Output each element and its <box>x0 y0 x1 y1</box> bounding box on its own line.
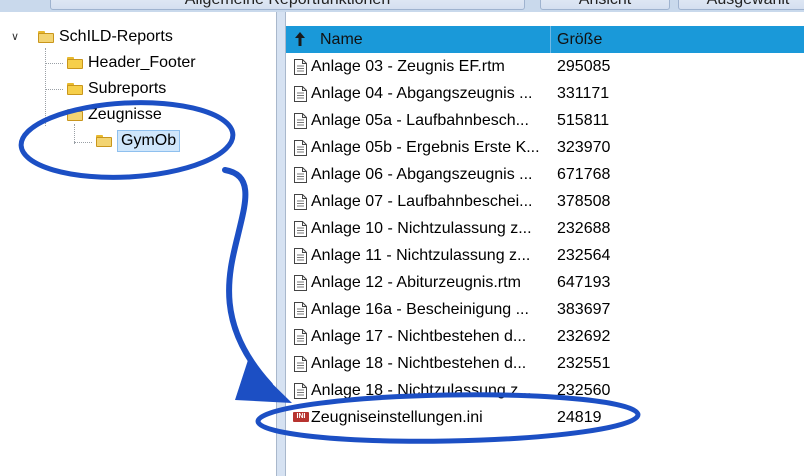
file-size: 671768 <box>557 166 611 183</box>
file-row[interactable]: Anlage 05b - Ergebnis Erste K... 323970 <box>286 134 804 161</box>
tab-allgemeine-reportfunktionen[interactable]: Allgemeine Reportfunktionen <box>50 0 525 10</box>
tree-connector <box>45 48 46 126</box>
document-icon <box>294 329 307 345</box>
tree-connector <box>74 142 92 143</box>
document-icon <box>294 140 307 156</box>
file-list-panel: Name Größe Anlage 03 - Zeugnis EF.rtm 295… <box>286 12 804 476</box>
file-name: Anlage 03 - Zeugnis EF.rtm <box>311 58 505 75</box>
file-name: Anlage 18 - Nichtzulassung z... <box>311 382 532 399</box>
file-name: Anlage 11 - Nichtzulassung z... <box>311 247 531 264</box>
file-size: 383697 <box>557 301 611 318</box>
column-header-name[interactable]: Name <box>286 26 551 53</box>
file-name: Anlage 05b - Ergebnis Erste K... <box>311 139 540 156</box>
folder-icon <box>67 57 83 69</box>
tab-ausgewaehlt[interactable]: Ausgewählt <box>678 0 804 10</box>
file-name: Zeugniseinstellungen.ini <box>311 409 483 426</box>
tree-node-schild-reports[interactable]: SchILD-Reports <box>38 26 173 48</box>
document-icon <box>294 86 307 102</box>
file-size: 232564 <box>557 247 611 264</box>
file-name: Anlage 04 - Abgangszeugnis ... <box>311 85 533 102</box>
tree-node-zeugnisse[interactable]: Zeugnisse <box>67 104 162 126</box>
tree-node-label: Zeugnisse <box>88 106 162 123</box>
file-name: Anlage 07 - Laufbahnbeschei... <box>311 193 533 210</box>
document-icon <box>294 167 307 183</box>
tree-node-label: Subreports <box>88 80 167 97</box>
tree-node-label: SchILD-Reports <box>59 28 173 45</box>
file-size: 232688 <box>557 220 611 237</box>
folder-open-icon <box>38 31 54 43</box>
file-row[interactable]: Anlage 10 - Nichtzulassung z... 232688 <box>286 215 804 242</box>
folder-open-icon <box>67 109 83 121</box>
document-icon <box>294 302 307 318</box>
file-name: Anlage 06 - Abgangszeugnis ... <box>311 166 533 183</box>
document-icon <box>294 275 307 291</box>
file-name: Anlage 05a - Laufbahnbesch... <box>311 112 529 129</box>
file-name: Anlage 10 - Nichtzulassung z... <box>311 220 532 237</box>
file-name: Anlage 16a - Bescheinigung ... <box>311 301 529 318</box>
document-icon <box>294 59 307 75</box>
document-icon <box>294 383 307 399</box>
document-icon <box>294 194 307 210</box>
document-icon <box>294 356 307 372</box>
file-name: Anlage 17 - Nichtbestehen d... <box>311 328 527 345</box>
file-size: 515811 <box>557 112 610 129</box>
file-size: 232560 <box>557 382 611 399</box>
file-row[interactable]: Anlage 04 - Abgangszeugnis ... 331171 <box>286 80 804 107</box>
document-icon <box>294 248 307 264</box>
file-row[interactable]: INI Zeugniseinstellungen.ini 24819 <box>286 404 804 431</box>
document-icon <box>294 221 307 237</box>
panel-splitter[interactable] <box>277 12 286 476</box>
tree-node-subreports[interactable]: Subreports <box>67 78 166 100</box>
folder-tree-panel: ∨ SchILD-Reports Header_Footer Subreport… <box>0 12 277 476</box>
file-size: 232692 <box>557 328 611 345</box>
file-row[interactable]: Anlage 16a - Bescheinigung ... 383697 <box>286 296 804 323</box>
tree-connector <box>74 124 75 144</box>
collapse-chevron-icon[interactable]: ∨ <box>11 30 19 43</box>
file-row[interactable]: Anlage 03 - Zeugnis EF.rtm 295085 <box>286 53 804 80</box>
tree-node-gymob[interactable]: GymOb <box>96 130 181 152</box>
file-size: 331171 <box>557 85 610 102</box>
column-header-size[interactable]: Größe <box>551 26 804 53</box>
file-size: 295085 <box>557 58 611 75</box>
file-size: 323970 <box>557 139 611 156</box>
folder-icon <box>67 83 83 95</box>
file-row[interactable]: Anlage 11 - Nichtzulassung z... 232564 <box>286 242 804 269</box>
tree-node-label: Header_Footer <box>88 54 196 71</box>
file-name: Anlage 12 - Abiturzeugnis.rtm <box>311 274 521 291</box>
file-size: 232551 <box>557 355 611 372</box>
file-size: 378508 <box>557 193 611 210</box>
list-header: Name Größe <box>286 26 804 53</box>
folder-open-icon <box>96 135 112 147</box>
tree-node-label: GymOb <box>117 130 181 152</box>
file-row[interactable]: Anlage 05a - Laufbahnbesch... 515811 <box>286 107 804 134</box>
tree-connector <box>45 63 63 64</box>
file-row[interactable]: Anlage 17 - Nichtbestehen d... 232692 <box>286 323 804 350</box>
file-row[interactable]: Anlage 18 - Nichtbestehen d... 232551 <box>286 350 804 377</box>
file-row[interactable]: Anlage 12 - Abiturzeugnis.rtm 647193 <box>286 269 804 296</box>
tab-ansicht[interactable]: Ansicht <box>540 0 670 10</box>
ini-file-icon: INI <box>293 412 309 422</box>
file-name: Anlage 18 - Nichtbestehen d... <box>311 355 527 372</box>
file-size: 24819 <box>557 409 602 426</box>
file-row[interactable]: Anlage 18 - Nichtzulassung z... 232560 <box>286 377 804 404</box>
ribbon-tab-strip: Allgemeine Reportfunktionen Ansicht Ausg… <box>0 0 804 12</box>
tree-node-header-footer[interactable]: Header_Footer <box>67 52 196 74</box>
document-icon <box>294 113 307 129</box>
file-size: 647193 <box>557 274 611 291</box>
file-row[interactable]: Anlage 07 - Laufbahnbeschei... 378508 <box>286 188 804 215</box>
tree-connector <box>45 89 63 90</box>
file-row[interactable]: Anlage 06 - Abgangszeugnis ... 671768 <box>286 161 804 188</box>
